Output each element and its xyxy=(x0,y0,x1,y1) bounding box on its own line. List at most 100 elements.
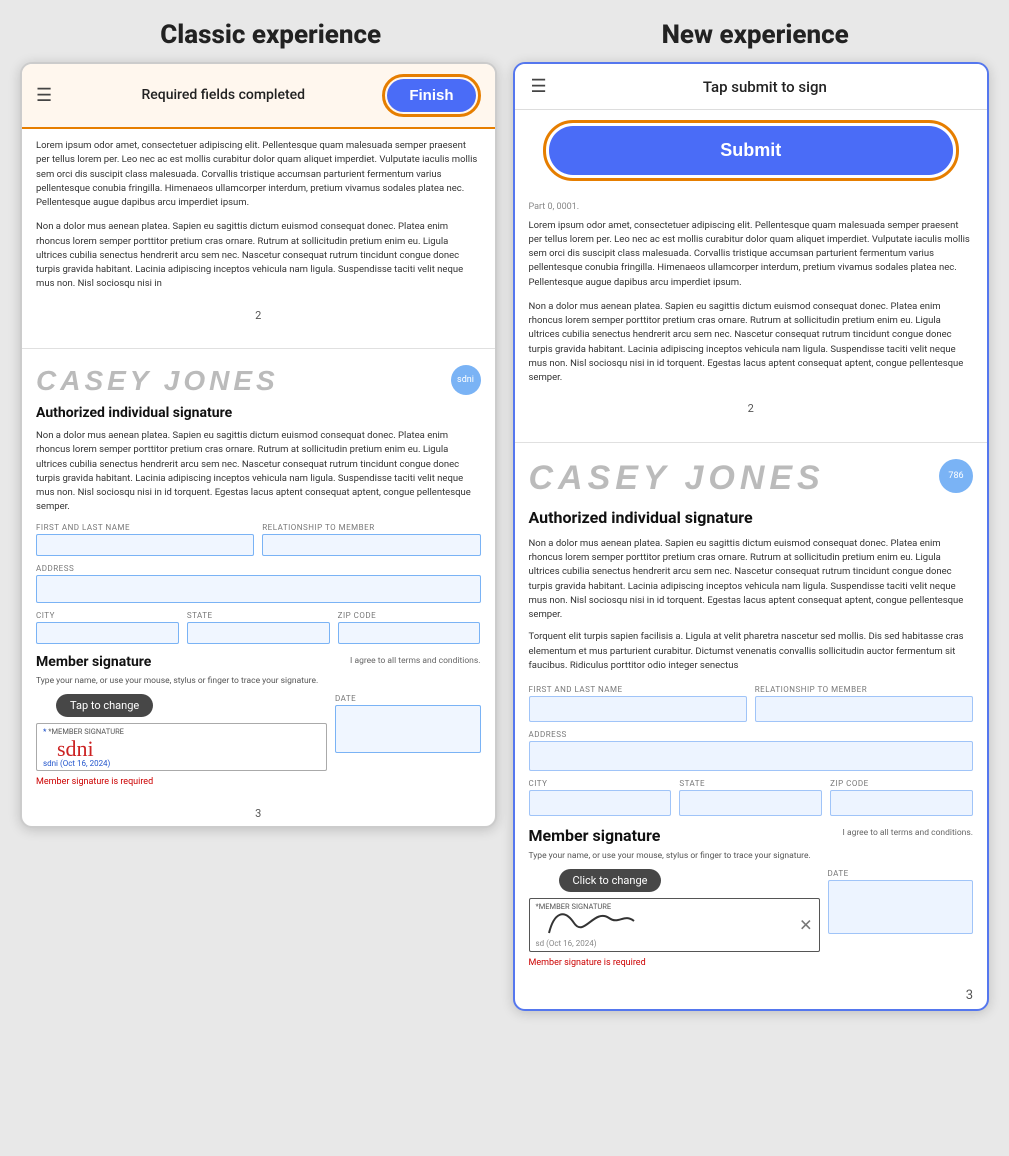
new-badge: 786 xyxy=(939,459,973,493)
new-first-last-input[interactable] xyxy=(529,696,747,722)
classic-zip-label: ZIP CODE xyxy=(338,611,481,620)
classic-form-grid-1: FIRST AND LAST NAME RELATIONSHIP TO MEMB… xyxy=(36,523,481,603)
new-zip-input[interactable] xyxy=(830,790,973,816)
classic-city-input[interactable] xyxy=(36,622,179,644)
classic-state-label: STATE xyxy=(187,611,330,620)
submit-button[interactable]: Submit xyxy=(549,126,954,175)
new-sig-svg xyxy=(544,903,664,939)
new-sig-box[interactable]: *MEMBER SIGNATURE sd (Oct 16, 2024) ✕ xyxy=(529,898,820,952)
new-part-label: Part 0, 0001. xyxy=(529,201,974,215)
classic-form-grid-3: CITY STATE ZIP CODE xyxy=(36,611,481,644)
new-hamburger-icon[interactable]: ☰ xyxy=(531,76,547,97)
new-date-label: DATE xyxy=(828,869,974,878)
classic-zip-input[interactable] xyxy=(338,622,481,644)
new-first-last-label: FIRST AND LAST NAME xyxy=(529,685,747,694)
new-header: ☰ Tap submit to sign xyxy=(515,64,988,110)
new-title: New experience xyxy=(662,20,849,50)
classic-scroll[interactable]: ☰ Required fields completed Finish Lorem… xyxy=(22,64,495,826)
classic-page-number-3: 3 xyxy=(22,801,495,826)
new-lorem1: Lorem ipsum odor amet, consectetuer adip… xyxy=(529,219,974,290)
new-click-tooltip: Click to change xyxy=(559,869,662,892)
new-city-input[interactable] xyxy=(529,790,672,816)
classic-type-text: Type your name, or use your mouse, stylu… xyxy=(36,676,481,686)
new-sig-date: sd (Oct 16, 2024) xyxy=(536,939,597,948)
panels-container: ☰ Required fields completed Finish Lorem… xyxy=(20,62,989,1011)
finish-btn-wrapper: Finish xyxy=(382,74,480,117)
classic-date-field: DATE xyxy=(335,694,481,771)
classic-member-sig: Member signature I agree to all terms an… xyxy=(36,654,481,787)
classic-city-field: CITY xyxy=(36,611,179,644)
new-casey-jones: CASEY JONES xyxy=(529,459,825,498)
classic-relationship-label: RELATIONSHIP TO MEMBER xyxy=(262,523,480,532)
new-member-sig: Member signature I agree to all terms an… xyxy=(529,826,974,968)
new-panel: ☰ Tap submit to sign Submit Part 0, 0001… xyxy=(513,62,990,1011)
new-relationship-input[interactable] xyxy=(755,696,973,722)
new-city-field: CITY xyxy=(529,779,672,816)
new-city-label: CITY xyxy=(529,779,672,788)
classic-title: Classic experience xyxy=(160,20,381,50)
clear-icon[interactable]: ✕ xyxy=(799,916,812,935)
classic-sig-row: Tap to change * *MEMBER SIGNATURE sdni s… xyxy=(36,694,481,771)
classic-relationship-input[interactable] xyxy=(262,534,480,556)
classic-first-last-label: FIRST AND LAST NAME xyxy=(36,523,254,532)
classic-date-input[interactable] xyxy=(335,705,481,753)
new-scroll[interactable]: ☰ Tap submit to sign Submit Part 0, 0001… xyxy=(515,64,988,1009)
new-state-field: STATE xyxy=(679,779,822,816)
new-page-number-1: 2 xyxy=(529,395,974,424)
classic-sig-asterisk: * xyxy=(43,727,46,736)
new-form-grid-3: CITY STATE ZIP CODE xyxy=(529,779,974,816)
new-date-field: DATE xyxy=(828,869,974,952)
classic-tap-tooltip: Tap to change xyxy=(56,694,153,717)
classic-zip-field: ZIP CODE xyxy=(338,611,481,644)
classic-signature-section: CASEY JONES sdni Authorized individual s… xyxy=(22,357,495,801)
new-sig-body1: Non a dolor mus aenean platea. Sapien eu… xyxy=(529,537,974,623)
new-address-label: ADDRESS xyxy=(529,730,974,739)
new-click-tooltip-wrapper: Click to change xyxy=(529,869,820,898)
new-zip-label: ZIP CODE xyxy=(830,779,973,788)
classic-hamburger-icon[interactable]: ☰ xyxy=(36,85,52,106)
new-page1: Part 0, 0001. Lorem ipsum odor amet, con… xyxy=(515,191,988,434)
classic-member-sig-title: Member signature xyxy=(36,654,151,670)
new-header-title: Tap submit to sign xyxy=(559,78,971,96)
classic-date-label: DATE xyxy=(335,694,481,703)
classic-address-label: ADDRESS xyxy=(36,564,481,573)
new-member-sig-header: Member signature I agree to all terms an… xyxy=(529,826,974,845)
classic-relationship-field: RELATIONSHIP TO MEMBER xyxy=(262,523,480,556)
new-lorem2: Non a dolor mus aenean platea. Sapien eu… xyxy=(529,300,974,386)
classic-panel: ☰ Required fields completed Finish Lorem… xyxy=(20,62,497,828)
new-sig-row: Click to change *MEMBER SIGNATURE xyxy=(529,869,974,952)
classic-page-number-1: 2 xyxy=(36,302,481,331)
finish-button[interactable]: Finish xyxy=(387,79,475,112)
new-address-input[interactable] xyxy=(529,741,974,771)
classic-address-field: ADDRESS xyxy=(36,564,481,603)
classic-page1: Lorem ipsum odor amet, consectetuer adip… xyxy=(22,129,495,340)
classic-auth-sig-title: Authorized individual signature xyxy=(36,405,481,421)
classic-badge: sdni xyxy=(451,365,481,395)
new-agree-text: I agree to all terms and conditions. xyxy=(843,828,973,838)
new-sig-field: Click to change *MEMBER SIGNATURE xyxy=(529,869,820,952)
classic-address-input[interactable] xyxy=(36,575,481,603)
classic-casey-jones: CASEY JONES xyxy=(36,365,279,397)
classic-first-last-input[interactable] xyxy=(36,534,254,556)
classic-header: ☰ Required fields completed Finish xyxy=(22,64,495,129)
new-state-input[interactable] xyxy=(679,790,822,816)
classic-sig-field: Tap to change * *MEMBER SIGNATURE sdni s… xyxy=(36,694,327,771)
new-member-sig-title: Member signature xyxy=(529,826,661,845)
classic-state-input[interactable] xyxy=(187,622,330,644)
new-error: Member signature is required xyxy=(529,958,974,968)
new-relationship-field: RELATIONSHIP TO MEMBER xyxy=(755,685,973,722)
new-address-field: ADDRESS xyxy=(529,730,974,771)
new-state-label: STATE xyxy=(679,779,822,788)
classic-sig-box[interactable]: * *MEMBER SIGNATURE sdni sdni (Oct 16, 2… xyxy=(36,723,327,771)
classic-first-last-field: FIRST AND LAST NAME xyxy=(36,523,254,556)
submit-btn-wrapper: Submit xyxy=(543,120,960,181)
new-auth-sig-title: Authorized individual signature xyxy=(529,508,974,527)
new-page-number-3: 3 xyxy=(515,982,988,1009)
classic-tap-tooltip-wrapper: Tap to change xyxy=(36,694,327,723)
new-first-last-field: FIRST AND LAST NAME xyxy=(529,685,747,722)
new-form-grid-1: FIRST AND LAST NAME RELATIONSHIP TO MEMB… xyxy=(529,685,974,771)
classic-sig-name-date: sdni (Oct 16, 2024) xyxy=(43,759,110,768)
new-date-input[interactable] xyxy=(828,880,974,934)
classic-sig-label-text: *MEMBER SIGNATURE xyxy=(48,727,124,736)
classic-sig-label: * *MEMBER SIGNATURE xyxy=(43,727,124,736)
